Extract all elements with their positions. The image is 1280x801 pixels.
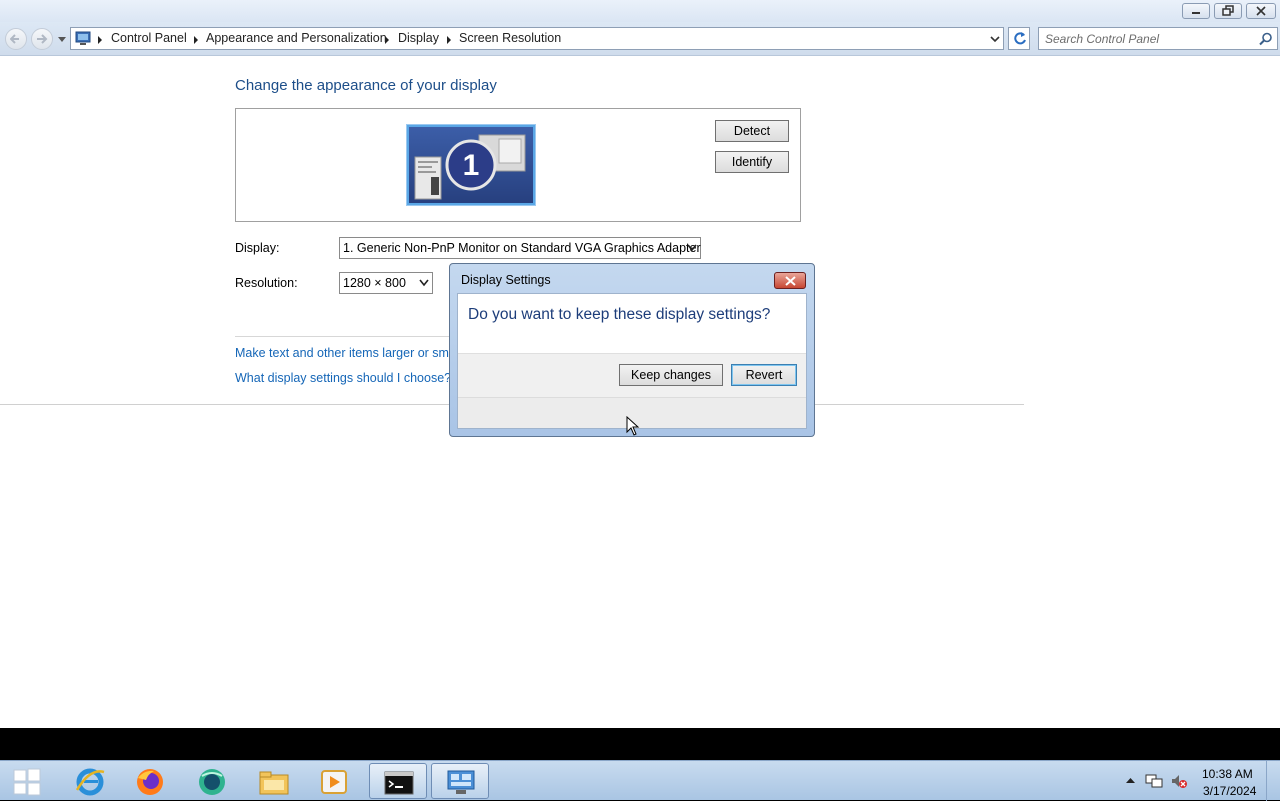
taskbar-internet-explorer[interactable] [61,763,119,799]
minimize-button[interactable] [1182,3,1210,19]
media-player-icon [321,770,347,794]
close-window-button[interactable] [1246,3,1276,19]
display-select[interactable]: 1. Generic Non-PnP Monitor on Standard V… [339,237,701,259]
windows-logo-icon [13,768,41,796]
monitor-preview-area: 1 Detect Identify [235,108,801,222]
breadcrumb-separator-icon[interactable] [385,36,389,44]
refresh-button[interactable] [1008,27,1030,50]
close-icon [1256,6,1266,16]
back-button[interactable] [5,28,27,50]
show-desktop-button[interactable] [1266,761,1280,801]
search-icon[interactable] [1259,32,1273,46]
title-bar [0,0,1280,22]
resolution-label: Resolution: [235,276,298,290]
close-icon [785,276,796,286]
search-box[interactable]: Search Control Panel [1038,27,1278,50]
restore-button[interactable] [1214,3,1242,19]
dialog-title: Display Settings [461,273,551,287]
recent-pages-dropdown-icon[interactable] [58,37,66,43]
taskbar-firefox[interactable] [121,763,179,799]
address-bar[interactable]: Control Panel Appearance and Personaliza… [70,27,1004,50]
breadcrumb-appearance[interactable]: Appearance and Personalization [206,31,387,45]
revert-button[interactable]: Revert [731,364,797,386]
detect-button[interactable]: Detect [715,120,789,142]
breadcrumb-control-panel[interactable]: Control Panel [111,31,187,45]
address-dropdown-icon[interactable] [987,31,1003,47]
monitor-icon: 1 [414,134,526,200]
breadcrumb-separator-icon[interactable] [447,36,451,44]
navigation-bar: Control Panel Appearance and Personaliza… [0,22,1280,56]
breadcrumb-separator-icon[interactable] [98,36,102,44]
clock-time[interactable]: 10:38 AM [1202,767,1253,781]
display-select-value: 1. Generic Non-PnP Monitor on Standard V… [343,241,701,255]
taskbar-media-player[interactable] [305,763,363,799]
mouse-cursor-icon [626,416,640,436]
firefox-icon [137,769,163,795]
taskbar-app[interactable] [183,763,241,799]
keep-changes-button[interactable]: Keep changes [619,364,723,386]
chevron-down-icon [687,244,697,252]
restore-icon [1222,5,1234,16]
display-settings-dialog: Display Settings Do you want to keep the… [449,263,815,437]
command-prompt-icon [384,771,414,795]
breadcrumb-screen-resolution[interactable]: Screen Resolution [459,31,561,45]
forward-arrow-icon [37,34,48,44]
monitor-number: 1 [463,149,480,182]
dialog-body: Do you want to keep these display settin… [457,293,807,429]
breadcrumb-separator-icon[interactable] [194,36,198,44]
breadcrumb-display[interactable]: Display [398,31,439,45]
divider [235,336,450,337]
taskbar-control-panel[interactable] [431,763,489,799]
network-icon[interactable] [1145,772,1163,790]
resolution-select[interactable]: 1280 × 800 [339,272,433,294]
control-panel-icon [75,31,91,45]
taskbar-file-explorer[interactable] [245,763,303,799]
search-input[interactable]: Search Control Panel [1045,32,1159,46]
page-title: Change the appearance of your display [235,77,497,94]
dialog-question: Do you want to keep these display settin… [468,306,771,323]
taskbar-command-prompt[interactable] [369,763,427,799]
internet-explorer-icon [75,768,105,796]
back-arrow-icon [10,34,19,44]
show-hidden-icons-icon[interactable] [1126,778,1135,784]
display-help-link[interactable]: What display settings should I choose? [235,371,451,385]
monitor-1-preview[interactable]: 1 [407,125,535,205]
control-panel-icon [447,770,475,794]
identify-button[interactable]: Identify [715,151,789,173]
taskbar: 10:38 AM 3/17/2024 [0,760,1280,801]
start-button[interactable] [0,763,54,799]
text-size-link[interactable]: Make text and other items larger or smal… [235,346,473,360]
volume-muted-icon[interactable] [1170,772,1188,790]
chevron-down-icon [419,279,429,287]
dialog-close-button[interactable] [774,272,806,289]
dialog-button-bar: Keep changes Revert [458,353,806,397]
minimize-icon [1192,12,1200,14]
folder-icon [259,771,289,795]
display-label: Display: [235,241,280,255]
app-icon [199,769,225,795]
refresh-icon [1014,32,1026,45]
clock-date[interactable]: 3/17/2024 [1203,784,1256,798]
resolution-select-value: 1280 × 800 [343,276,406,290]
forward-button[interactable] [31,28,53,50]
